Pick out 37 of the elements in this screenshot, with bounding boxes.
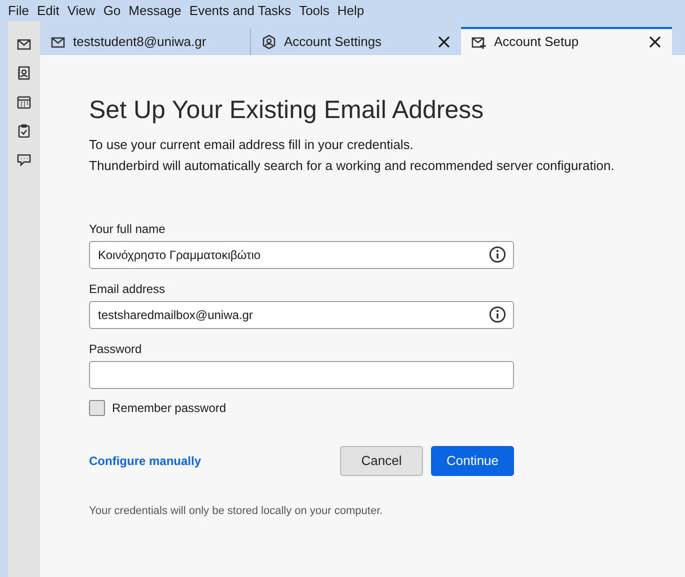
clipboard-check-icon [16, 123, 32, 139]
tab-label: Account Settings [284, 33, 383, 52]
speech-bubble-icon [16, 152, 32, 168]
field-label: Password [89, 341, 143, 357]
menu-item[interactable]: Go [99, 0, 125, 20]
menu-item[interactable]: Help [333, 0, 368, 20]
tab-label: teststudent8@uniwa.gr [73, 33, 208, 52]
input-field[interactable] [89, 361, 514, 389]
tab[interactable]: teststudent8@uniwa.gr [40, 27, 250, 55]
person-hexagon-icon [261, 34, 277, 50]
primary-button[interactable]: Continue [431, 446, 514, 476]
intro-text: To use your current email address fill in your credentials. [89, 136, 414, 154]
checkbox-label: Remember password [112, 400, 226, 417]
menu-item[interactable]: Edit [32, 0, 64, 20]
menu-item[interactable]: Events and Tasks [185, 0, 296, 20]
address-book-icon [16, 65, 32, 81]
menu-item[interactable]: File [4, 0, 33, 20]
footnote-text: Your credentials will only be stored locally on your computer. [89, 504, 384, 519]
info-icon[interactable] [489, 246, 506, 263]
checkbox[interactable] [89, 400, 105, 416]
info-icon[interactable] [489, 306, 506, 323]
calendar-icon [16, 94, 32, 110]
intro-text: Thunderbird will automatically search for a working and recommended server configuration. [89, 157, 616, 175]
close-icon[interactable] [437, 35, 451, 49]
configure-link[interactable]: Configure manually [89, 452, 202, 470]
tab-label: Account Setup [494, 33, 580, 52]
secondary-button[interactable]: Cancel [340, 446, 423, 476]
menu-item[interactable]: View [63, 0, 100, 20]
field-label: Email address [89, 281, 166, 297]
input-field[interactable]: Κοινόχρηστο Γραμματοκιβώτιο [89, 241, 514, 269]
page-heading: Set Up Your Existing Email Address [89, 95, 485, 125]
menu-item[interactable]: Message [124, 0, 186, 20]
field-label: Your full name [89, 221, 166, 237]
tab[interactable]: Account Setup [461, 27, 672, 55]
menu-item[interactable]: Tools [295, 0, 334, 20]
input-field[interactable]: testsharedmailbox@uniwa.gr [89, 301, 514, 329]
close-icon[interactable] [648, 35, 662, 49]
